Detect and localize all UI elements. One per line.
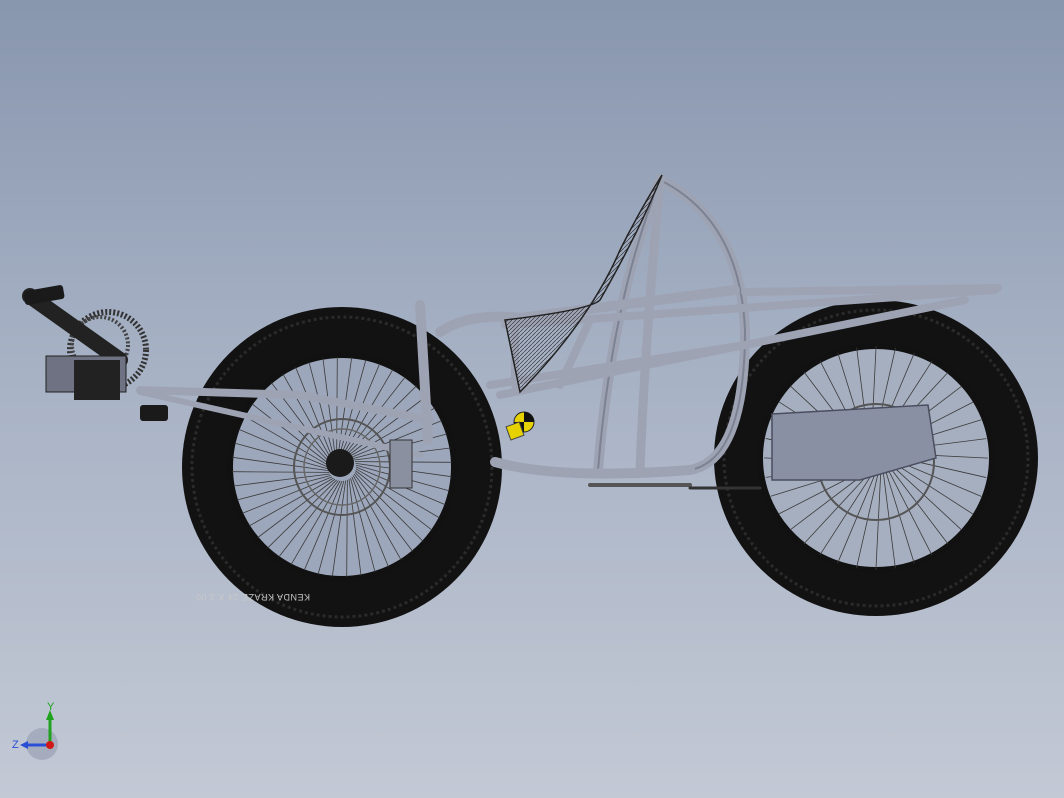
- tire-sidewall-text: KENDA KRAZE 24 X 3.00: [195, 592, 310, 602]
- crank-arm: [22, 288, 128, 368]
- center-of-mass-icon[interactable]: [505, 411, 535, 441]
- trike-model[interactable]: KENDA KRAZE 24 X 3.00 Y Z: [0, 0, 1064, 798]
- wheel-hub: [326, 449, 354, 477]
- pedal[interactable]: [140, 405, 168, 421]
- rear-left-wheel[interactable]: KENDA KRAZE 24 X 3.00: [182, 307, 502, 627]
- axle-bracket: [389, 439, 413, 489]
- x-axis-dot: [46, 741, 54, 749]
- z-axis-label: Z: [12, 739, 19, 751]
- y-axis-label: Y: [47, 701, 55, 713]
- crankset[interactable]: [22, 285, 168, 421]
- cad-graphics-area[interactable]: KENDA KRAZE 24 X 3.00 Y Z: [0, 0, 1064, 798]
- coordinate-triad: Y Z: [12, 701, 58, 760]
